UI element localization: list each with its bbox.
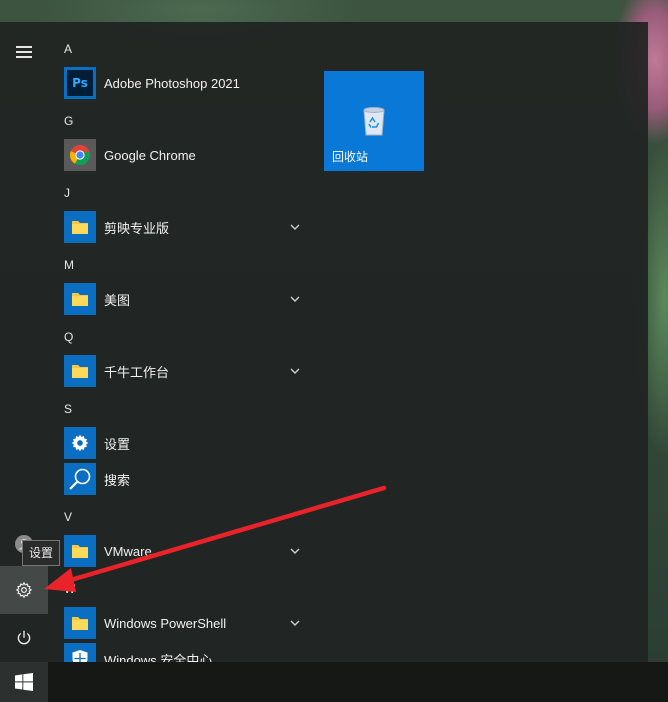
letter-header-q[interactable]: Q xyxy=(64,327,94,347)
letter-header-j[interactable]: J xyxy=(64,183,94,203)
app-list: A Ps Adobe Photoshop 2021 G Google Chrom… xyxy=(56,22,306,662)
app-item-chrome[interactable]: Google Chrome xyxy=(64,138,308,172)
gear-icon xyxy=(64,427,96,459)
app-label: Windows 安全中心 xyxy=(104,652,213,663)
app-label: Google Chrome xyxy=(104,147,196,163)
app-label: 美图 xyxy=(104,292,131,308)
start-rail xyxy=(0,22,48,662)
letter-header-m[interactable]: M xyxy=(64,255,94,275)
app-item-vmware-folder[interactable]: VMware xyxy=(64,534,308,568)
folder-icon xyxy=(64,211,96,243)
letter-header-v[interactable]: V xyxy=(64,507,94,527)
gear-icon xyxy=(15,581,33,599)
chevron-down-icon xyxy=(290,548,300,554)
app-label: 千牛工作台 xyxy=(104,364,170,380)
app-item-photoshop[interactable]: Ps Adobe Photoshop 2021 xyxy=(64,66,308,100)
letter-header-s[interactable]: S xyxy=(64,399,94,419)
tile-recycle-bin[interactable]: 回收站 xyxy=(324,71,424,171)
chevron-down-icon xyxy=(290,620,300,626)
folder-icon xyxy=(64,355,96,387)
settings-tooltip: 设置 xyxy=(22,540,61,566)
app-label: 剪映专业版 xyxy=(104,220,170,236)
letter-header-g[interactable]: G xyxy=(64,111,94,131)
photoshop-icon: Ps xyxy=(64,67,96,99)
tile-label: 回收站 xyxy=(332,150,369,164)
hamburger-icon xyxy=(16,51,32,53)
folder-icon xyxy=(64,283,96,315)
app-label: VMware xyxy=(104,543,152,559)
app-label: Adobe Photoshop 2021 xyxy=(104,75,240,91)
letter-header-a[interactable]: A xyxy=(64,39,94,59)
app-item-search[interactable]: 搜索 xyxy=(64,462,308,496)
app-label: 设置 xyxy=(104,436,131,452)
expand-menu-button[interactable] xyxy=(0,28,48,76)
app-label: 搜索 xyxy=(104,472,131,488)
power-icon xyxy=(17,630,31,645)
start-menu: 设置 A Ps Adobe Photoshop 2021 G Google Ch… xyxy=(0,22,648,662)
windows-logo-icon xyxy=(15,673,33,691)
chrome-icon xyxy=(64,139,96,171)
folder-icon xyxy=(64,535,96,567)
letter-header-w[interactable]: W xyxy=(64,579,94,599)
app-item-settings[interactable]: 设置 xyxy=(64,426,308,460)
power-button[interactable] xyxy=(0,614,48,662)
app-item-meitu-folder[interactable]: 美图 xyxy=(64,282,308,316)
chevron-down-icon xyxy=(290,224,300,230)
start-button[interactable] xyxy=(0,662,48,702)
chevron-down-icon xyxy=(290,296,300,302)
app-item-windows-security[interactable]: Windows 安全中心 xyxy=(64,642,308,662)
app-item-powershell-folder[interactable]: Windows PowerShell xyxy=(64,606,308,640)
chevron-down-icon xyxy=(290,368,300,374)
search-icon xyxy=(64,463,96,495)
settings-button[interactable] xyxy=(0,566,48,614)
app-label: Windows PowerShell xyxy=(104,615,227,631)
recycle-bin-icon xyxy=(363,107,385,136)
shield-icon xyxy=(64,643,96,662)
app-item-jianying-folder[interactable]: 剪映专业版 xyxy=(64,210,308,244)
taskbar xyxy=(0,662,668,702)
app-item-qianniu-folder[interactable]: 千牛工作台 xyxy=(64,354,308,388)
folder-icon xyxy=(64,607,96,639)
